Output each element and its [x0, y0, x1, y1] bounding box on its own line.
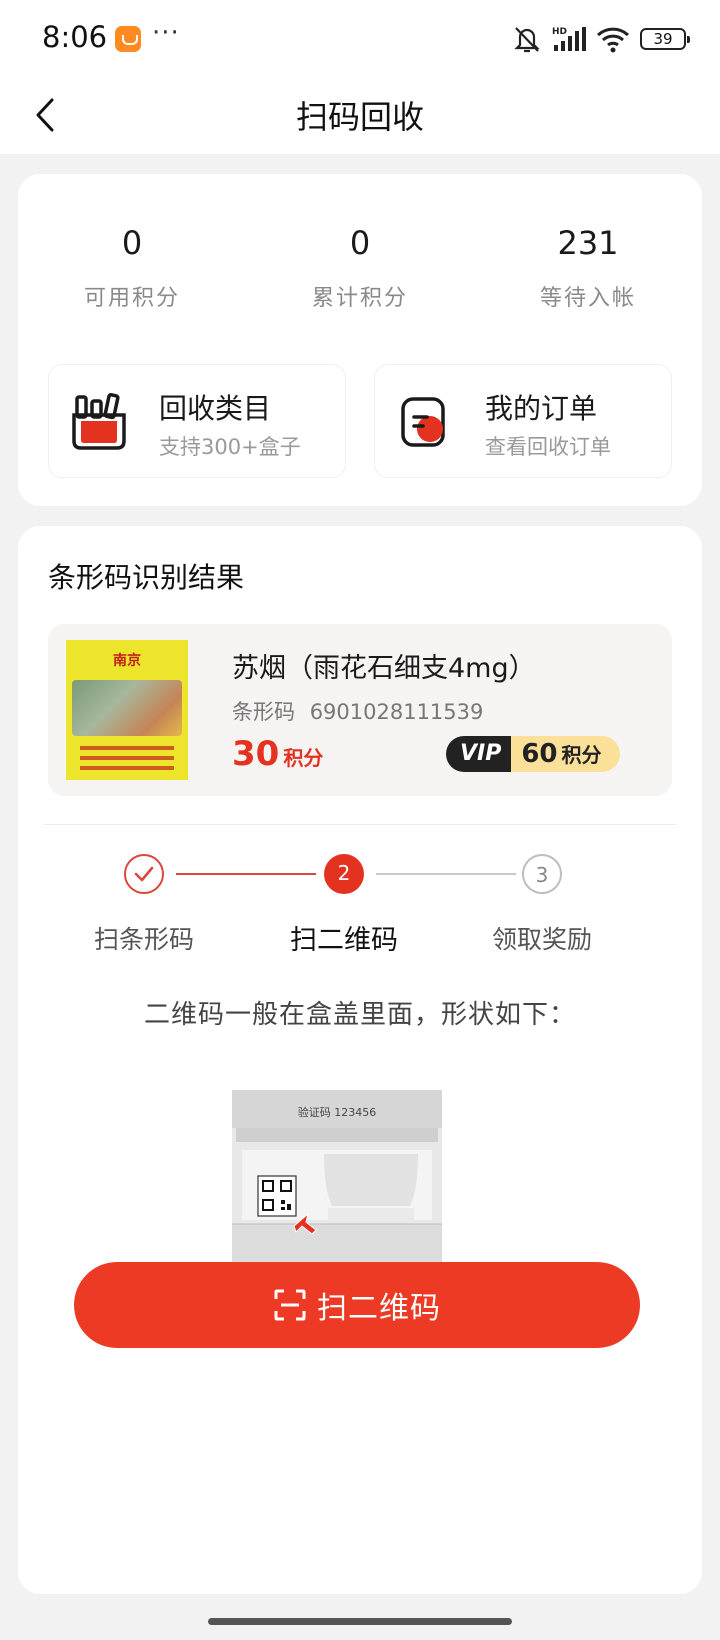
qrcode-location-illustration: 验证码 123456	[232, 1090, 442, 1270]
points-summary-card: 0 可用积分 0 累计积分 231 等待入帐 回收类目 支持300+盒子 我的订…	[18, 174, 702, 506]
nav-bar: 扫码回收	[0, 76, 720, 154]
signal-icon: HD	[552, 27, 586, 51]
illustration-code-text: 验证码 123456	[298, 1105, 377, 1119]
scan-qrcode-button[interactable]: 扫二维码	[74, 1262, 640, 1348]
status-icons: HD 39	[512, 24, 690, 54]
points-unit: 积分	[283, 746, 324, 770]
pack-artwork	[72, 680, 182, 736]
vip-points-unit: 积分	[561, 743, 602, 767]
barcode-row: 条形码 6901028111539	[232, 696, 483, 726]
recycle-box-icon	[72, 393, 126, 450]
points-value: 30	[232, 734, 280, 774]
network-hd-label: HD	[552, 27, 567, 37]
step-2-number: 2	[324, 854, 364, 894]
status-bar: 8:06 ··· HD 39	[0, 0, 720, 76]
step-connector-done	[176, 873, 316, 875]
stat-label: 可用积分	[83, 286, 180, 311]
qrcode-location-hint: 二维码一般在盒盖里面，形状如下：	[143, 1000, 576, 1030]
barcode-label: 条形码	[232, 700, 295, 724]
scan-result-card: 条形码识别结果 南京 苏烟（雨花石细支4mg） 条形码 690102811153…	[18, 526, 702, 1594]
stat-label: 等待入帐	[539, 286, 636, 311]
pack-warning-line	[80, 756, 174, 760]
pack-logo: 南京	[113, 653, 141, 669]
entry-subtitle: 支持300+盒子	[159, 435, 301, 459]
step-connector-pending	[376, 873, 516, 875]
pack-warning-line	[80, 766, 174, 770]
stat-total-points[interactable]: 0 累计积分	[246, 224, 474, 312]
my-orders-button[interactable]: 我的订单 查看回收订单	[374, 364, 672, 478]
stat-value: 231	[557, 224, 619, 262]
step-label-claim-reward: 领取奖励	[491, 925, 592, 954]
home-indicator[interactable]	[208, 1618, 512, 1625]
divider	[44, 824, 676, 825]
status-time: 8:06	[42, 20, 108, 54]
entry-title: 我的订单	[485, 392, 598, 425]
stat-value: 0	[121, 224, 143, 262]
barcode-value: 6901028111539	[309, 700, 484, 724]
order-icon	[401, 397, 445, 447]
entry-title: 回收类目	[159, 392, 272, 425]
scan-qrcode-button-label: 扫二维码	[317, 1291, 441, 1326]
wifi-icon	[596, 27, 630, 53]
product-name: 苏烟（雨花石细支4mg）	[232, 653, 536, 684]
step-label-scan-barcode: 扫条形码	[93, 925, 194, 954]
page-title: 扫码回收	[295, 98, 424, 136]
recycle-category-button[interactable]: 回收类目 支持300+盒子	[48, 364, 346, 478]
stat-label: 累计积分	[311, 286, 408, 311]
pack-warning-line	[80, 746, 174, 750]
vip-points: 60 积分	[511, 736, 620, 772]
stat-pending-points[interactable]: 231 等待入帐	[474, 224, 702, 312]
step-3-number: 3	[522, 854, 562, 894]
vip-points-badge: VIP 60 积分	[446, 736, 620, 772]
progress-stepper: 2 3 扫条形码 扫二维码 领取奖励	[18, 826, 702, 966]
mute-icon	[514, 27, 540, 53]
vip-points-value: 60	[521, 739, 558, 769]
step-1-check	[124, 854, 164, 894]
app-notification-icon	[115, 26, 141, 52]
step-label-scan-qrcode: 扫二维码	[290, 925, 398, 956]
points-stats: 0 可用积分 0 累计积分 231 等待入帐	[18, 224, 702, 312]
more-notifications-indicator: ···	[152, 18, 180, 48]
scan-frame-icon	[274, 1289, 306, 1321]
stat-available-points[interactable]: 0 可用积分	[18, 224, 246, 312]
points-reward: 30 积分	[232, 734, 323, 774]
entry-subtitle: 查看回收订单	[485, 435, 611, 459]
battery-indicator: 39	[640, 28, 690, 50]
section-title: 条形码识别结果	[48, 561, 245, 594]
product-image: 南京	[66, 640, 188, 780]
check-icon	[134, 866, 154, 882]
vip-tag: VIP	[446, 736, 512, 772]
stat-value: 0	[349, 224, 371, 262]
product-item[interactable]: 南京 苏烟（雨花石细支4mg） 条形码 6901028111539 30 积分 V…	[48, 624, 672, 796]
